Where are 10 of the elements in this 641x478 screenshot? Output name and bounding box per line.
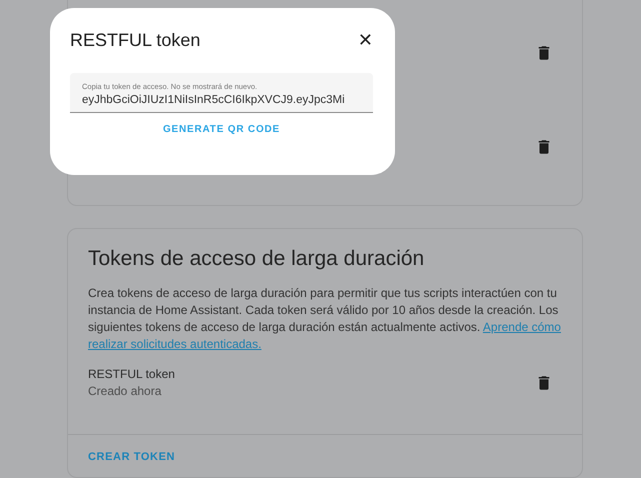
description-text: Crea tokens de acceso de larga duración para permitir que tus scripts interactúen con tu instancia de Home Assistant. Cada token será válido por 10 años desde la creación. Los siguientes tokens de acceso de larga duración están actualmente activos. Aprende cómo realizar solicitudes autenticadas. [87,285,562,353]
token-created-text: Creado ahora [88,384,162,398]
card-title: Tokens de acceso de larga duración [87,247,426,271]
dialog-title: RESTFUL token [70,30,200,51]
help-link[interactable]: realizar solicitudes autenticadas. [88,337,262,351]
help-link[interactable]: Aprende cómo [482,320,561,334]
generate-qr-button[interactable]: GENERATE QR CODE [156,123,286,136]
create-token-button[interactable]: CREAR TOKEN [88,451,176,463]
token-name: RESTFUL token [88,367,175,381]
close-button[interactable]: ✕ [358,30,373,51]
